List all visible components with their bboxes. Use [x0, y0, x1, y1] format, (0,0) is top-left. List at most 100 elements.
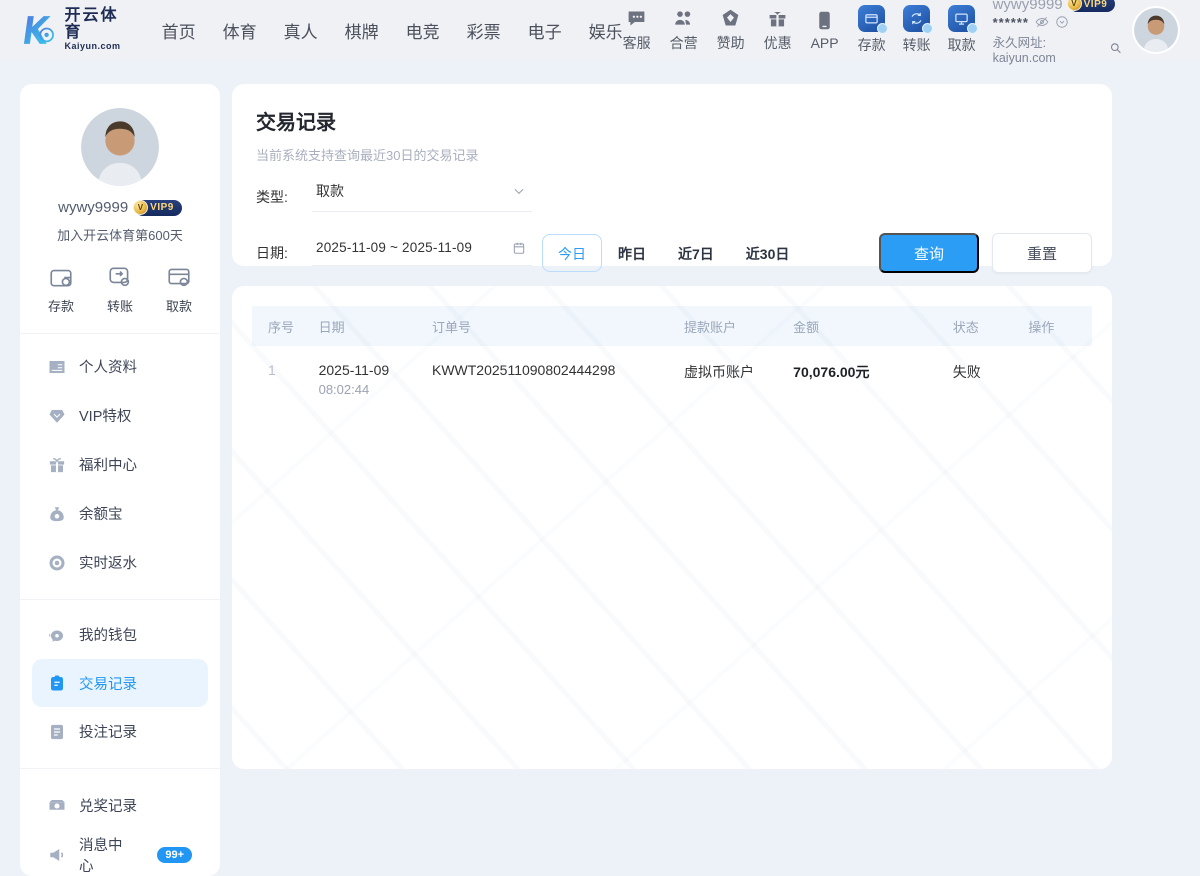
- service-link[interactable]: 客服: [623, 8, 651, 53]
- user-info: wywy9999 V VIP9 ****** 永久网址: kaiyun.com: [993, 0, 1122, 65]
- logo-subtitle: Kaiyun.com: [64, 42, 135, 51]
- sidebar-item-label: 福利中心: [79, 454, 137, 475]
- nav-slots[interactable]: 电子: [528, 18, 562, 43]
- main-content: 交易记录 当前系统支持查询最近30日的交易记录 类型: 取款 日期: 2025-…: [232, 84, 1112, 769]
- sidebar-divider: [20, 599, 220, 600]
- partners-link[interactable]: 合营: [670, 8, 698, 53]
- sidebar-divider: [20, 768, 220, 769]
- app-label: APP: [811, 35, 839, 51]
- nav-chess[interactable]: 棋牌: [345, 18, 379, 43]
- chat-icon: [626, 8, 647, 29]
- calendar-icon: [512, 241, 526, 255]
- row-account: 虚拟币账户: [672, 360, 781, 382]
- sidebar-item-label: 余额宝: [79, 503, 123, 524]
- sidebar-item-wallet[interactable]: 我的钱包: [20, 610, 220, 659]
- tab-yesterday[interactable]: 昨日: [602, 234, 662, 272]
- profile-vip-badge: V VIP9: [135, 200, 182, 216]
- magnifier-icon[interactable]: [1109, 41, 1122, 55]
- nav-home[interactable]: 首页: [162, 18, 196, 43]
- profile-vip-level: VIP9: [150, 202, 174, 213]
- sidebar-item-vip[interactable]: VIP特权: [20, 391, 220, 440]
- sidebar-item-label: 消息中心: [79, 834, 128, 876]
- quick-actions: 存款 转账 取款: [20, 264, 220, 315]
- sidebar-item-label: 兑奖记录: [79, 795, 137, 816]
- transfer-icon: [903, 5, 930, 32]
- query-button[interactable]: 查询: [879, 233, 979, 273]
- deposit-badge-icon: [877, 23, 888, 34]
- transfer-link[interactable]: 转账: [903, 5, 931, 55]
- sidebar-item-label: VIP特权: [79, 405, 131, 426]
- user-avatar[interactable]: [1134, 8, 1178, 52]
- promo-link[interactable]: 优惠: [764, 8, 792, 53]
- gift-icon: [767, 8, 788, 29]
- reset-button[interactable]: 重置: [992, 233, 1092, 273]
- sidebar-item-profile[interactable]: 个人资料: [20, 342, 220, 391]
- records-table-card: 序号 日期 订单号 提款账户 金额 状态 操作 1 2025-11-09 08:…: [232, 286, 1112, 769]
- quick-withdraw[interactable]: 取款: [166, 264, 192, 315]
- col-status: 状态: [941, 317, 1017, 336]
- quick-deposit[interactable]: 存款: [48, 264, 74, 315]
- type-select[interactable]: 取款: [312, 181, 532, 212]
- bet-records-icon: [48, 723, 66, 741]
- sidebar-menu-group1: 个人资料 VIP特权 福利中心 余额宝 实时返水: [20, 342, 220, 587]
- sidebar-item-prizes[interactable]: 兑奖记录: [20, 781, 220, 830]
- table-row: 1 2025-11-09 08:02:44 KWWT20251109080244…: [252, 346, 1092, 409]
- row-amount: 70,076.00元: [781, 360, 941, 382]
- tab-last7days[interactable]: 近7日: [662, 234, 730, 272]
- sidebar-menu-group3: 兑奖记录 消息中心 99+: [20, 781, 220, 876]
- col-index: 序号: [252, 317, 307, 336]
- nav-lottery[interactable]: 彩票: [467, 18, 501, 43]
- sidebar-item-transactions[interactable]: 交易记录: [32, 659, 208, 707]
- sidebar-item-rebate[interactable]: 实时返水: [20, 538, 220, 587]
- nav-entertainment[interactable]: 娱乐: [589, 18, 623, 43]
- kaiyun-logo-icon: [18, 10, 57, 50]
- sidebar-item-messages[interactable]: 消息中心 99+: [20, 830, 220, 876]
- quick-transfer[interactable]: 转账: [107, 264, 133, 315]
- tab-today[interactable]: 今日: [542, 234, 602, 272]
- date-range-input[interactable]: 2025-11-09 ~ 2025-11-09: [312, 240, 532, 266]
- col-action: 操作: [1016, 317, 1092, 336]
- date-range-value: 2025-11-09 ~ 2025-11-09: [316, 240, 472, 255]
- permanent-url[interactable]: 永久网址: kaiyun.com: [993, 32, 1107, 65]
- chevron-circle-icon[interactable]: [1055, 15, 1069, 29]
- row-order-no: KWWT202511090802444298: [420, 360, 672, 378]
- deposit-link[interactable]: 存款: [858, 5, 886, 55]
- sidebar-item-welfare[interactable]: 福利中心: [20, 440, 220, 489]
- sidebar-item-label: 实时返水: [79, 552, 137, 573]
- page-subtitle: 当前系统支持查询最近30日的交易记录: [256, 145, 1092, 164]
- nav-sports[interactable]: 体育: [223, 18, 257, 43]
- sidebar-divider: [20, 333, 220, 334]
- profile-vip-coin-icon: V: [133, 200, 148, 215]
- eye-off-icon[interactable]: [1035, 15, 1049, 29]
- app-link[interactable]: APP: [811, 10, 839, 51]
- range-tabs: 今日 昨日 近7日 近30日: [542, 234, 805, 272]
- filter-card: 交易记录 当前系统支持查询最近30日的交易记录 类型: 取款 日期: 2025-…: [232, 84, 1112, 266]
- sidebar-item-yuebao[interactable]: 余额宝: [20, 489, 220, 538]
- site-logo[interactable]: 开云体育 Kaiyun.com: [18, 8, 136, 51]
- tab-last30days[interactable]: 近30日: [730, 234, 806, 272]
- profile-avatar[interactable]: [81, 108, 159, 186]
- vip-coin-icon: V: [1067, 0, 1082, 11]
- profile-username: wywy9999: [58, 199, 128, 216]
- withdraw-link[interactable]: 取款: [948, 5, 976, 55]
- gem-icon: [48, 407, 66, 425]
- row-index: 1: [252, 360, 307, 378]
- message-center-icon: [48, 846, 66, 864]
- partners-label: 合营: [670, 33, 698, 53]
- row-date-value: 2025-11-09: [319, 362, 420, 378]
- col-amount: 金额: [781, 317, 941, 336]
- avatar-image: [1134, 8, 1178, 52]
- prize-records-icon: [48, 797, 66, 815]
- bank-card-icon: [166, 264, 192, 290]
- nav-esports[interactable]: 电竞: [406, 18, 440, 43]
- page-title: 交易记录: [256, 106, 1092, 135]
- sidebar-item-label: 我的钱包: [79, 624, 137, 645]
- piggy-bank-icon: [48, 626, 66, 644]
- nav-live[interactable]: 真人: [284, 18, 318, 43]
- sidebar-item-label: 个人资料: [79, 356, 137, 377]
- sidebar: wywy9999 V VIP9 加入开云体育第600天 存款 转账 取款 个人资…: [20, 84, 220, 876]
- row-date: 2025-11-09 08:02:44: [307, 360, 420, 397]
- sponsor-link[interactable]: 赞助: [717, 8, 745, 53]
- sidebar-item-bets[interactable]: 投注记录: [20, 707, 220, 756]
- date-filter-row: 日期: 2025-11-09 ~ 2025-11-09 今日 昨日 近7日 近3…: [256, 233, 1092, 273]
